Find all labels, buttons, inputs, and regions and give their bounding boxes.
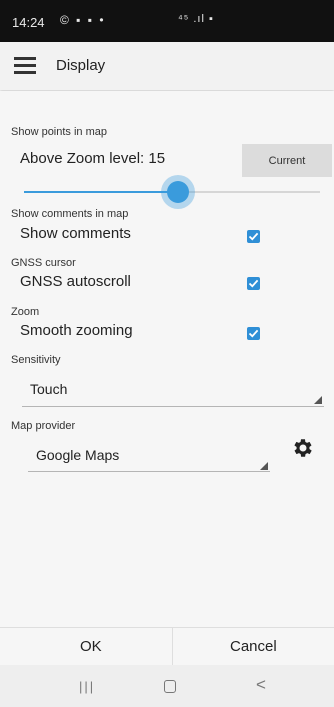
cancel-button[interactable]: Cancel — [230, 638, 277, 655]
smooth-zooming-label: Smooth zooming — [20, 322, 133, 339]
zoom-level-slider[interactable] — [24, 181, 320, 203]
show-points-section-label: Show points in map — [11, 126, 107, 138]
map-provider-section-label: Map provider — [11, 420, 76, 432]
show-comments-section-label: Show comments in map — [11, 208, 129, 220]
button-divider — [172, 628, 173, 666]
app-bar: Display — [0, 42, 334, 90]
navigation-bar: ||| < — [0, 665, 334, 707]
slider-thumb[interactable] — [167, 181, 189, 203]
dropdown-arrow-icon — [314, 396, 322, 404]
menu-icon[interactable] — [14, 57, 36, 74]
map-provider-selected: Google Maps — [36, 447, 120, 463]
home-icon[interactable] — [164, 680, 176, 693]
dialog-buttons: OK Cancel — [0, 627, 334, 666]
sensitivity-dropdown[interactable]: Touch — [22, 373, 324, 407]
current-zoom-button[interactable]: Current — [242, 144, 332, 177]
recent-apps-icon[interactable]: ||| — [79, 679, 95, 694]
smooth-zooming-checkbox[interactable] — [247, 327, 260, 340]
notification-icons: © ▪ ▪ • — [60, 13, 106, 27]
gnss-autoscroll-checkbox[interactable] — [247, 277, 260, 290]
dropdown-underline — [22, 406, 324, 407]
page-title: Display — [56, 57, 106, 74]
slider-fill — [24, 191, 178, 193]
dropdown-underline — [28, 471, 270, 472]
gear-icon[interactable] — [291, 436, 315, 460]
back-icon[interactable]: < — [256, 675, 266, 695]
sensitivity-selected: Touch — [30, 381, 68, 397]
gnss-section-label: GNSS cursor — [11, 257, 76, 269]
status-bar: 14:24 © ▪ ▪ • ⁴⁵ .ıl ▪ — [0, 0, 334, 42]
sensitivity-section-label: Sensitivity — [11, 354, 61, 366]
gnss-autoscroll-label: GNSS autoscroll — [20, 273, 131, 290]
signal-battery-icons: ⁴⁵ .ıl ▪ — [178, 13, 214, 25]
map-provider-dropdown[interactable]: Google Maps — [28, 438, 270, 472]
dropdown-arrow-icon — [260, 462, 268, 470]
status-time: 14:24 — [12, 15, 45, 30]
show-comments-checkbox[interactable] — [247, 230, 260, 243]
settings-content: Show points in map Above Zoom level: 15 … — [0, 91, 334, 627]
zoom-level-text: Above Zoom level: 15 — [20, 150, 166, 167]
zoom-section-label: Zoom — [11, 306, 40, 318]
ok-button[interactable]: OK — [80, 638, 102, 655]
show-comments-label: Show comments — [20, 225, 131, 242]
